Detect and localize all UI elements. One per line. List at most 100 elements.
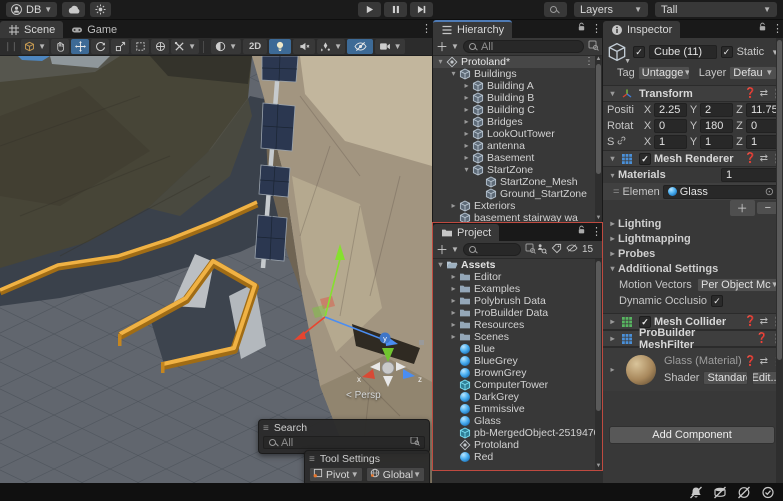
positi-y-field[interactable]: 2 <box>700 103 733 117</box>
foldout-collapsed-icon[interactable]: ▸ <box>461 92 472 104</box>
tab-game[interactable]: Game <box>63 21 125 38</box>
tree-item-bluegrey[interactable]: BlueGrey <box>433 355 602 367</box>
tab-inspector[interactable]: Inspector <box>603 21 680 38</box>
foldout-collapsed-icon[interactable]: ▸ <box>448 283 459 295</box>
foldout-expanded-icon[interactable]: ▾ <box>435 56 446 68</box>
tree-item-buildings[interactable]: ▾Buildings <box>433 68 602 80</box>
tag-dropdown[interactable]: Untagge▼ <box>638 66 690 80</box>
scene-camera-button[interactable]: ▼ <box>375 39 405 54</box>
project-scrollbar[interactable]: ▼ <box>595 259 602 470</box>
tree-item-glass[interactable]: Glass <box>433 415 602 427</box>
gameobject-cube-icon[interactable]: ▼ <box>607 42 629 62</box>
search-picker-icon[interactable] <box>588 40 599 54</box>
rotat-x-field[interactable]: 0 <box>654 119 687 133</box>
foldout-collapsed-icon[interactable]: ▸ <box>607 365 618 374</box>
object-name-field[interactable]: Cube (11) <box>649 45 717 59</box>
move-tool-button[interactable] <box>71 39 89 54</box>
tab-project[interactable]: Project <box>433 224 499 241</box>
search-by-type-icon[interactable] <box>536 243 547 257</box>
motion-vectors-dropdown[interactable]: Per Object Mc▼ <box>697 278 779 292</box>
rect-tool-button[interactable] <box>131 39 149 54</box>
tree-item-exteriors[interactable]: ▸Exteriors <box>433 200 602 212</box>
tree-item-ground-startzone[interactable]: Ground_StartZone <box>433 188 602 200</box>
tree-item-darkgrey[interactable]: DarkGrey <box>433 391 602 403</box>
presets-icon[interactable]: ⇄ <box>760 316 768 327</box>
positi-x-field[interactable]: 2.25 <box>654 103 687 117</box>
tree-item-basement[interactable]: ▸Basement <box>433 152 602 164</box>
s-y-field[interactable]: 1 <box>700 135 733 149</box>
foldout-collapsed-icon[interactable]: ▸ <box>448 331 459 343</box>
foldout-collapsed-icon[interactable]: ▸ <box>461 80 472 92</box>
search-by-label-icon[interactable] <box>551 243 562 257</box>
scene-visibility-toggle[interactable] <box>347 39 373 54</box>
scroll-down-icon[interactable]: ▼ <box>595 215 602 222</box>
s-z-field[interactable]: 1 <box>746 135 779 149</box>
foldout-collapsed-icon[interactable]: ▸ <box>607 334 618 343</box>
tab-scene[interactable]: Scene <box>0 21 63 38</box>
lock-icon[interactable] <box>758 22 767 35</box>
activity-ok-icon[interactable] <box>761 486 775 499</box>
tree-item-protoland[interactable]: Protoland <box>433 439 602 451</box>
perspective-label[interactable]: < Persp <box>346 390 381 401</box>
presets-icon[interactable]: ⇄ <box>760 88 768 99</box>
tree-item-startzone-mesh[interactable]: StartZone_Mesh <box>433 176 602 188</box>
step-button[interactable] <box>410 2 433 17</box>
tree-item-blue[interactable]: Blue <box>433 343 602 355</box>
lock-icon[interactable] <box>577 22 586 35</box>
tree-item-computertower[interactable]: ComputerTower <box>433 379 602 391</box>
additional-settings-foldout[interactable]: ▾ Additional Settings <box>603 261 783 276</box>
drag-handle-icon[interactable]: = <box>613 186 619 198</box>
tab-hierarchy[interactable]: Hierarchy <box>433 20 512 38</box>
cache-disabled-icon[interactable] <box>713 486 727 499</box>
shader-dropdown[interactable]: Standard▼ <box>703 371 748 385</box>
hierarchy-scrollbar[interactable]: ▲ ▼ <box>595 56 602 222</box>
layers-dropdown[interactable]: Layers ▼ <box>574 2 648 17</box>
foldout-collapsed-icon[interactable]: ▸ <box>461 152 472 164</box>
rotate-tool-button[interactable] <box>91 39 109 54</box>
scroll-down-icon[interactable]: ▼ <box>595 463 602 470</box>
shader-edit-button[interactable]: Edit... <box>752 371 779 385</box>
scroll-up-icon[interactable]: ▲ <box>595 56 602 63</box>
rotat-z-field[interactable]: 0 <box>746 119 779 133</box>
tree-item-red[interactable]: Red <box>433 451 602 463</box>
add-material-button[interactable]: ＋ <box>730 200 755 216</box>
probuilder-meshfilter-header[interactable]: ▸ ProBuilder MeshFilter ❓ ⋮ <box>603 330 783 347</box>
account-button[interactable]: DB ▼ <box>6 2 57 17</box>
help-icon[interactable]: ❓ <box>756 333 768 344</box>
foldout-expanded-icon[interactable]: ▾ <box>448 68 459 80</box>
tree-item-probuilder-data[interactable]: ▸ProBuilder Data <box>433 307 602 319</box>
foldout-collapsed-icon[interactable]: ▸ <box>461 104 472 116</box>
tree-item-pb-mergedobject-2519470[interactable]: pb-MergedObject-2519470 <box>433 427 602 439</box>
help-icon[interactable]: ❓ <box>744 153 756 164</box>
scene-search-input[interactable]: All <box>263 436 425 449</box>
layout-dropdown[interactable]: Tall ▼ <box>655 2 777 17</box>
foldout-collapsed-icon[interactable]: ▸ <box>448 200 459 212</box>
active-checkbox[interactable]: ✓ <box>633 46 645 58</box>
tree-item-bridges[interactable]: ▸Bridges <box>433 116 602 128</box>
search-picker-icon[interactable] <box>410 436 420 449</box>
play-button[interactable] <box>358 2 381 17</box>
foldout-collapsed-icon[interactable]: ▸ <box>448 295 459 307</box>
inspector-scrollbar[interactable] <box>776 38 783 483</box>
project-search-input[interactable] <box>463 243 521 256</box>
tree-item-resources[interactable]: ▸Resources <box>433 319 602 331</box>
s-x-field[interactable]: 1 <box>654 135 687 149</box>
tree-item-startzone[interactable]: ▾StartZone <box>433 164 602 176</box>
foldout-lighting[interactable]: ▸Lighting <box>603 216 783 231</box>
foldout-collapsed-icon[interactable]: ▸ <box>461 128 472 140</box>
tree-item-protoland[interactable]: ▾Protoland*⋮ <box>433 56 602 68</box>
transform-header[interactable]: ▾ Transform ❓ ⇄ ⋮ <box>603 85 783 102</box>
foldout-collapsed-icon[interactable]: ▸ <box>461 140 472 152</box>
scene-lighting-toggle[interactable] <box>269 39 291 54</box>
tree-item-building-c[interactable]: ▸Building C <box>433 104 602 116</box>
presets-icon[interactable]: ⇄ <box>760 356 768 367</box>
search-picker-icon[interactable] <box>525 243 536 257</box>
help-icon[interactable]: ❓ <box>744 356 756 367</box>
pivot-mode-dropdown[interactable]: Pivot ▼ <box>309 467 363 482</box>
rotat-y-field[interactable]: 180 <box>700 119 733 133</box>
materials-count-field[interactable]: 1 <box>721 168 779 182</box>
tree-item-assets[interactable]: ▾Assets <box>433 259 602 271</box>
inspector-menu-icon[interactable]: ⋮ <box>772 22 780 35</box>
component-enabled-checkbox[interactable]: ✓ <box>639 153 651 165</box>
static-checkbox[interactable]: ✓ <box>721 46 733 58</box>
